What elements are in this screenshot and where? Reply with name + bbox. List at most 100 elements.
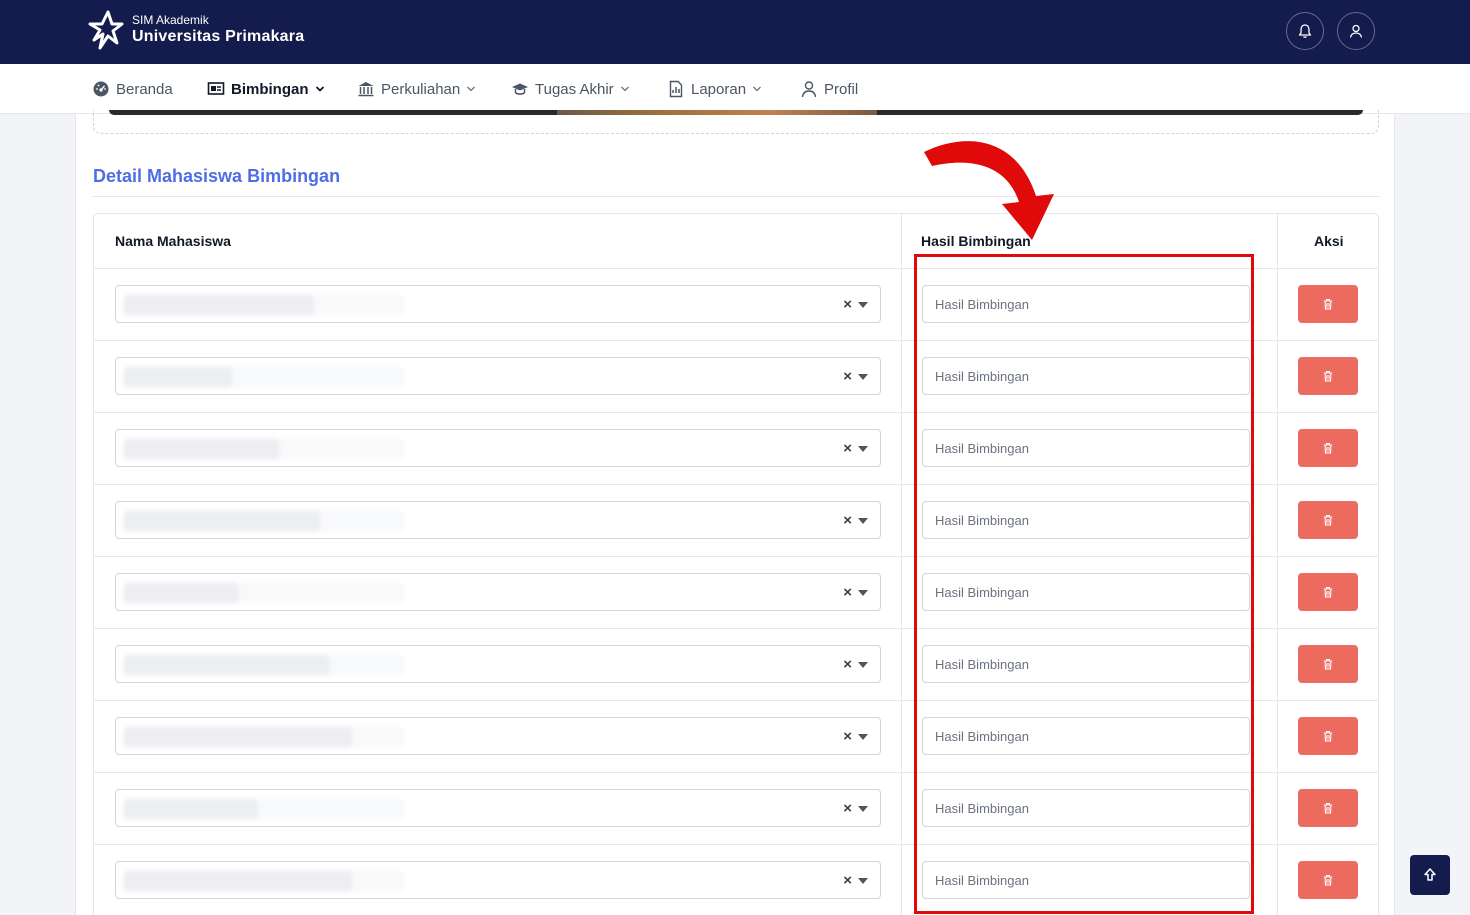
- section-divider: [93, 196, 1379, 197]
- report-icon: [669, 80, 683, 98]
- row-divider: [94, 412, 1378, 413]
- brand[interactable]: SIM Akademik Universitas Primakara: [86, 10, 304, 50]
- nav-perkuliahan[interactable]: Perkuliahan: [357, 64, 476, 114]
- delete-row-button[interactable]: [1298, 861, 1358, 899]
- hasil-bimbingan-input[interactable]: [922, 501, 1250, 539]
- section-title: Detail Mahasiswa Bimbingan: [93, 166, 341, 186]
- student-select[interactable]: ×: [115, 573, 881, 611]
- student-select[interactable]: ×: [115, 357, 881, 395]
- delete-row-button[interactable]: [1298, 285, 1358, 323]
- primakara-logo-icon: [88, 10, 124, 50]
- header-hasil-bimbingan: Hasil Bimbingan: [921, 233, 1031, 249]
- row-divider: [94, 556, 1378, 557]
- nav-label: Beranda: [116, 80, 173, 98]
- notification-button[interactable]: [1286, 12, 1324, 50]
- nav-profil[interactable]: Profil: [800, 64, 858, 114]
- nav-tugas-akhir[interactable]: Tugas Akhir: [511, 64, 630, 114]
- select-value-blur: [124, 727, 404, 747]
- delete-row-button[interactable]: [1298, 501, 1358, 539]
- graduation-cap-icon: [512, 83, 528, 95]
- chevron-down-icon: [753, 86, 762, 92]
- row-divider: [94, 844, 1378, 845]
- chevron-down-icon: [467, 86, 476, 92]
- uploaded-image-preview: [109, 110, 1363, 115]
- hasil-bimbingan-input[interactable]: [922, 429, 1250, 467]
- caret-down-icon[interactable]: [858, 734, 868, 740]
- caret-down-icon[interactable]: [858, 518, 868, 524]
- select-value-blur: [124, 367, 404, 387]
- student-select[interactable]: ×: [115, 501, 881, 539]
- clear-selection-icon[interactable]: ×: [843, 440, 852, 457]
- student-select[interactable]: ×: [115, 429, 881, 467]
- hasil-bimbingan-input[interactable]: [922, 717, 1250, 755]
- delete-row-button[interactable]: [1298, 645, 1358, 683]
- delete-row-button[interactable]: [1298, 573, 1358, 611]
- caret-down-icon[interactable]: [858, 590, 868, 596]
- clear-selection-icon[interactable]: ×: [843, 584, 852, 601]
- delete-row-button[interactable]: [1298, 789, 1358, 827]
- trash-icon: [1324, 874, 1332, 886]
- hasil-bimbingan-input[interactable]: [922, 789, 1250, 827]
- trash-icon: [1324, 370, 1332, 382]
- nav-label: Perkuliahan: [381, 80, 461, 98]
- student-select[interactable]: ×: [115, 861, 881, 899]
- caret-down-icon[interactable]: [858, 806, 868, 812]
- nav-beranda[interactable]: Beranda: [92, 64, 173, 114]
- chevron-down-icon: [315, 86, 324, 92]
- nav-laporan[interactable]: Laporan: [667, 64, 762, 114]
- nav-label: Profil: [824, 80, 859, 98]
- caret-down-icon[interactable]: [858, 302, 868, 308]
- top-header: SIM Akademik Universitas Primakara: [0, 0, 1470, 64]
- row-divider: [94, 484, 1378, 485]
- clear-selection-icon[interactable]: ×: [843, 512, 852, 529]
- user-icon: [801, 81, 817, 98]
- user-menu-button[interactable]: [1337, 12, 1375, 50]
- student-select[interactable]: ×: [115, 285, 881, 323]
- header-aksi: Aksi: [1314, 233, 1344, 249]
- header-nama-mahasiswa: Nama Mahasiswa: [115, 233, 231, 249]
- scroll-to-top-button[interactable]: [1410, 855, 1450, 895]
- nav-bimbingan[interactable]: Bimbingan: [207, 64, 325, 114]
- select-value-blur: [124, 295, 404, 315]
- caret-down-icon[interactable]: [858, 662, 868, 668]
- hasil-bimbingan-input[interactable]: [922, 285, 1250, 323]
- select-value-blur: [124, 439, 404, 459]
- clear-selection-icon[interactable]: ×: [843, 368, 852, 385]
- hasil-bimbingan-input[interactable]: [922, 861, 1250, 899]
- delete-row-button[interactable]: [1298, 717, 1358, 755]
- student-select[interactable]: ×: [115, 645, 881, 683]
- clear-selection-icon[interactable]: ×: [843, 296, 852, 313]
- caret-down-icon[interactable]: [858, 878, 868, 884]
- students-table: Nama Mahasiswa Hasil Bimbingan Aksi × × × ×…: [93, 213, 1379, 915]
- delete-row-button[interactable]: [1298, 429, 1358, 467]
- presentation-icon: [207, 82, 225, 95]
- row-divider: [94, 700, 1378, 701]
- hasil-bimbingan-input[interactable]: [922, 645, 1250, 683]
- column-divider: [1277, 214, 1278, 915]
- row-divider: [94, 340, 1378, 341]
- clear-selection-icon[interactable]: ×: [843, 728, 852, 745]
- trash-icon: [1324, 298, 1332, 310]
- hasil-bimbingan-input[interactable]: [922, 357, 1250, 395]
- caret-down-icon[interactable]: [858, 446, 868, 452]
- user-icon: [1349, 24, 1363, 38]
- hasil-bimbingan-input[interactable]: [922, 573, 1250, 611]
- nav-label: Bimbingan: [231, 80, 309, 98]
- clear-selection-icon[interactable]: ×: [843, 656, 852, 673]
- nav-label: Laporan: [691, 80, 747, 98]
- trash-icon: [1324, 658, 1332, 670]
- main-nav: Beranda Bimbingan Perkuliahan Tugas Akhi…: [0, 64, 1470, 114]
- trash-icon: [1324, 802, 1332, 814]
- delete-row-button[interactable]: [1298, 357, 1358, 395]
- student-select[interactable]: ×: [115, 789, 881, 827]
- row-divider: [94, 772, 1378, 773]
- column-divider: [901, 214, 902, 915]
- student-select[interactable]: ×: [115, 717, 881, 755]
- upload-dropzone[interactable]: [93, 110, 1379, 134]
- row-divider: [94, 628, 1378, 629]
- clear-selection-icon[interactable]: ×: [843, 800, 852, 817]
- caret-down-icon[interactable]: [858, 374, 868, 380]
- nav-label: Tugas Akhir: [535, 80, 614, 98]
- dashboard-icon: [93, 81, 109, 97]
- clear-selection-icon[interactable]: ×: [843, 872, 852, 889]
